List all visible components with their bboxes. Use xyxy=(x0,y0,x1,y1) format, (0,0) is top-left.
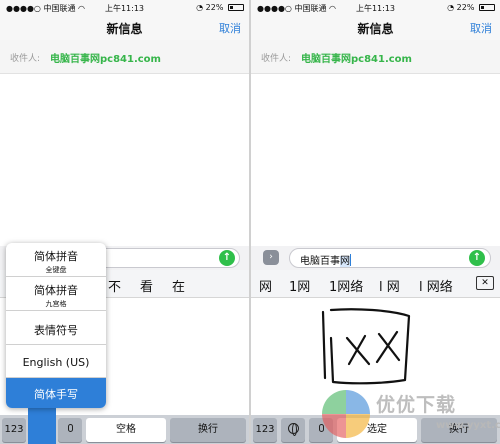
message-area xyxy=(251,74,500,246)
candidate-bar: 网 1网 1网络 l 网 l 网络 ✕ xyxy=(251,270,500,298)
message-input[interactable]: 电脑百事网 xyxy=(289,248,491,268)
cancel-button[interactable]: 取消 xyxy=(470,20,492,36)
candidate-item[interactable]: 1网 xyxy=(289,276,310,295)
right-phone-screen: ●●●●○ 中国联通 ◠ 上午11:13 ◔ 22% 新信息 取消 收件人: 电… xyxy=(251,0,500,444)
expand-chevron-icon[interactable]: › xyxy=(263,250,279,265)
pinwheel-logo-icon xyxy=(322,390,370,438)
microphone-icon xyxy=(67,424,73,432)
space-key[interactable]: 空格 xyxy=(86,418,166,442)
candidate-item[interactable]: l 网络 xyxy=(419,276,453,295)
delete-icon[interactable]: ✕ xyxy=(476,276,494,290)
mic-key[interactable] xyxy=(58,418,82,442)
num-key[interactable]: 123 xyxy=(253,418,277,442)
nav-bar: 新信息 取消 xyxy=(251,16,500,40)
left-phone-screen: ●●●●○ 中国联通 ◠ 上午11:13 ◔ 22% 新信息 取消 收件人: 电… xyxy=(0,0,249,444)
alarm-icon: ◔ xyxy=(196,3,204,12)
candidate-item[interactable]: 不 xyxy=(108,276,121,295)
battery-percent: 22% xyxy=(456,3,475,12)
candidate-item[interactable]: 网 xyxy=(259,276,272,295)
watermark-text: 优优下载 xyxy=(376,394,457,416)
input-method-item[interactable]: 简体拼音 全键盘 xyxy=(6,243,106,277)
recipient-row[interactable]: 收件人: 电脑百事网pc841.com xyxy=(251,40,500,74)
return-key[interactable]: 换行 xyxy=(170,418,246,442)
alarm-icon: ◔ xyxy=(447,3,455,12)
input-method-item[interactable]: 简体拼音 九宫格 xyxy=(6,277,106,311)
input-text-marked: 网 xyxy=(340,256,350,267)
nav-bar: 新信息 取消 xyxy=(0,16,249,40)
recipient-value[interactable]: 电脑百事网pc841.com xyxy=(50,50,161,65)
input-text: 电脑百事 xyxy=(300,256,340,267)
num-key[interactable]: 123 xyxy=(2,418,26,442)
status-bar: ●●●●○ 中国联通 ◠ 上午11:13 ◔ 22% xyxy=(251,0,500,16)
battery-icon xyxy=(228,4,244,11)
input-method-popup: 简体拼音 全键盘 简体拼音 九宫格 表情符号 English (US) 简体手写 xyxy=(6,243,106,408)
input-method-item[interactable]: English (US) xyxy=(6,345,106,378)
battery-icon xyxy=(479,4,495,11)
candidate-item[interactable]: 1网络 xyxy=(329,276,363,295)
globe-key[interactable] xyxy=(281,418,305,442)
recipient-row[interactable]: 收件人: 电脑百事网pc841.com xyxy=(0,40,249,74)
status-bar: ●●●●○ 中国联通 ◠ 上午11:13 ◔ 22% xyxy=(0,0,249,16)
candidate-item[interactable]: 看 xyxy=(140,276,153,295)
send-arrow-icon[interactable]: ↑ xyxy=(469,250,485,266)
cancel-button[interactable]: 取消 xyxy=(219,20,241,36)
page-title: 新信息 xyxy=(106,22,143,36)
screenshot-root: ●●●●○ 中国联通 ◠ 上午11:13 ◔ 22% 新信息 取消 收件人: 电… xyxy=(0,0,500,444)
message-input-bar: › 电脑百事网 ↑ xyxy=(251,246,500,270)
recipient-label: 收件人: xyxy=(10,54,41,64)
recipient-value[interactable]: 电脑百事网pc841.com xyxy=(301,50,412,65)
input-method-item[interactable]: 表情符号 xyxy=(6,311,106,345)
text-caret xyxy=(350,254,351,266)
recipient-label: 收件人: xyxy=(261,54,292,64)
globe-icon xyxy=(287,423,299,436)
watermark-logo: 优优下载 www.yyxt.com xyxy=(318,382,500,444)
battery-percent: 22% xyxy=(205,3,224,12)
message-area xyxy=(0,74,249,246)
candidate-item[interactable]: 在 xyxy=(172,276,185,295)
page-title: 新信息 xyxy=(357,22,394,36)
candidate-item[interactable]: l 网 xyxy=(379,276,400,295)
send-arrow-icon[interactable]: ↑ xyxy=(219,250,235,266)
watermark-url: www.yyxt.com xyxy=(436,420,500,431)
input-method-item-selected[interactable]: 简体手写 xyxy=(6,378,106,408)
